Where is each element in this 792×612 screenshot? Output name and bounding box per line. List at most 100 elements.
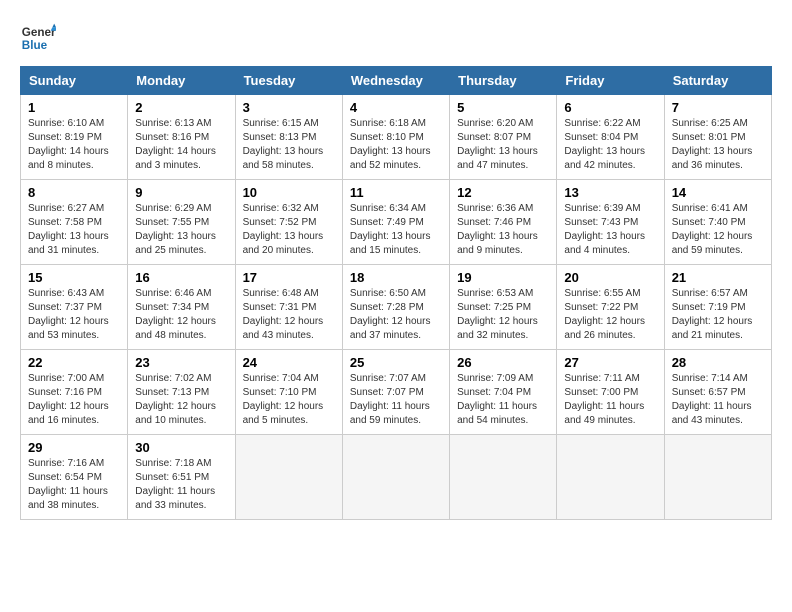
day-info: Sunrise: 6:22 AMSunset: 8:04 PMDaylight:…	[564, 117, 656, 173]
day-info: Sunrise: 7:02 AMSunset: 7:13 PMDaylight:…	[135, 372, 227, 428]
calendar-row: 8 Sunrise: 6:27 AMSunset: 7:58 PMDaylight…	[21, 180, 772, 265]
day-info: Sunrise: 6:20 AMSunset: 8:07 PMDaylight:…	[457, 117, 549, 173]
calendar-cell	[235, 435, 342, 520]
day-number: 22	[28, 355, 120, 370]
day-info: Sunrise: 6:48 AMSunset: 7:31 PMDaylight:…	[243, 287, 335, 343]
day-info: Sunrise: 6:50 AMSunset: 7:28 PMDaylight:…	[350, 287, 442, 343]
day-of-week-header: Monday	[128, 67, 235, 95]
calendar-cell: 15 Sunrise: 6:43 AMSunset: 7:37 PMDayligh…	[21, 265, 128, 350]
day-of-week-header: Wednesday	[342, 67, 449, 95]
day-number: 17	[243, 270, 335, 285]
calendar-cell: 27 Sunrise: 7:11 AMSunset: 7:00 PMDayligh…	[557, 350, 664, 435]
day-number: 21	[672, 270, 764, 285]
calendar-cell	[450, 435, 557, 520]
day-number: 1	[28, 100, 120, 115]
day-number: 30	[135, 440, 227, 455]
calendar-row: 15 Sunrise: 6:43 AMSunset: 7:37 PMDayligh…	[21, 265, 772, 350]
day-number: 29	[28, 440, 120, 455]
calendar-cell: 9Sunrise: 6:29 AMSunset: 7:55 PMDaylight…	[128, 180, 235, 265]
day-info: Sunrise: 7:07 AMSunset: 7:07 PMDaylight:…	[350, 372, 442, 428]
calendar-cell: 7 Sunrise: 6:25 AMSunset: 8:01 PMDaylight…	[664, 95, 771, 180]
day-info: Sunrise: 7:18 AMSunset: 6:51 PMDaylight:…	[135, 457, 227, 513]
logo: General Blue	[20, 20, 56, 56]
day-number: 8	[28, 185, 120, 200]
calendar-cell: 4 Sunrise: 6:18 AMSunset: 8:10 PMDaylight…	[342, 95, 449, 180]
calendar-cell: 20 Sunrise: 6:55 AMSunset: 7:22 PMDayligh…	[557, 265, 664, 350]
calendar-cell	[557, 435, 664, 520]
calendar-cell: 10 Sunrise: 6:32 AMSunset: 7:52 PMDayligh…	[235, 180, 342, 265]
day-info: Sunrise: 6:18 AMSunset: 8:10 PMDaylight:…	[350, 117, 442, 173]
day-info: Sunrise: 6:10 AMSunset: 8:19 PMDaylight:…	[28, 117, 120, 173]
calendar-cell: 28 Sunrise: 7:14 AMSunset: 6:57 PMDayligh…	[664, 350, 771, 435]
day-info: Sunrise: 7:04 AMSunset: 7:10 PMDaylight:…	[243, 372, 335, 428]
day-of-week-header: Thursday	[450, 67, 557, 95]
day-number: 3	[243, 100, 335, 115]
calendar-cell: 1 Sunrise: 6:10 AMSunset: 8:19 PMDaylight…	[21, 95, 128, 180]
calendar-cell: 25 Sunrise: 7:07 AMSunset: 7:07 PMDayligh…	[342, 350, 449, 435]
day-info: Sunrise: 6:55 AMSunset: 7:22 PMDaylight:…	[564, 287, 656, 343]
day-number: 16	[135, 270, 227, 285]
day-info: Sunrise: 6:41 AMSunset: 7:40 PMDaylight:…	[672, 202, 764, 258]
calendar-cell: 8 Sunrise: 6:27 AMSunset: 7:58 PMDaylight…	[21, 180, 128, 265]
calendar-cell	[664, 435, 771, 520]
calendar-cell: 18 Sunrise: 6:50 AMSunset: 7:28 PMDayligh…	[342, 265, 449, 350]
day-number: 14	[672, 185, 764, 200]
day-info: Sunrise: 6:43 AMSunset: 7:37 PMDaylight:…	[28, 287, 120, 343]
calendar-cell: 17 Sunrise: 6:48 AMSunset: 7:31 PMDayligh…	[235, 265, 342, 350]
calendar-cell: 26 Sunrise: 7:09 AMSunset: 7:04 PMDayligh…	[450, 350, 557, 435]
day-info: Sunrise: 6:27 AMSunset: 7:58 PMDaylight:…	[28, 202, 120, 258]
day-number: 9	[135, 185, 227, 200]
day-info: Sunrise: 6:46 AMSunset: 7:34 PMDaylight:…	[135, 287, 227, 343]
day-info: Sunrise: 6:36 AMSunset: 7:46 PMDaylight:…	[457, 202, 549, 258]
calendar-cell: 23 Sunrise: 7:02 AMSunset: 7:13 PMDayligh…	[128, 350, 235, 435]
day-info: Sunrise: 6:39 AMSunset: 7:43 PMDaylight:…	[564, 202, 656, 258]
calendar-cell: 16 Sunrise: 6:46 AMSunset: 7:34 PMDayligh…	[128, 265, 235, 350]
day-number: 13	[564, 185, 656, 200]
day-number: 4	[350, 100, 442, 115]
day-number: 7	[672, 100, 764, 115]
svg-text:General: General	[22, 26, 56, 39]
day-info: Sunrise: 6:13 AMSunset: 8:16 PMDaylight:…	[135, 117, 227, 173]
calendar-cell: 14 Sunrise: 6:41 AMSunset: 7:40 PMDayligh…	[664, 180, 771, 265]
day-info: Sunrise: 6:32 AMSunset: 7:52 PMDaylight:…	[243, 202, 335, 258]
day-of-week-header: Tuesday	[235, 67, 342, 95]
day-number: 10	[243, 185, 335, 200]
calendar-cell: 21 Sunrise: 6:57 AMSunset: 7:19 PMDayligh…	[664, 265, 771, 350]
day-number: 23	[135, 355, 227, 370]
day-number: 18	[350, 270, 442, 285]
day-info: Sunrise: 6:57 AMSunset: 7:19 PMDaylight:…	[672, 287, 764, 343]
header-row: SundayMondayTuesdayWednesdayThursdayFrid…	[21, 67, 772, 95]
calendar-row: 22 Sunrise: 7:00 AMSunset: 7:16 PMDayligh…	[21, 350, 772, 435]
calendar-cell: 19Sunrise: 6:53 AMSunset: 7:25 PMDayligh…	[450, 265, 557, 350]
logo-icon: General Blue	[20, 20, 56, 56]
day-info: Sunrise: 6:34 AMSunset: 7:49 PMDaylight:…	[350, 202, 442, 258]
calendar-row: 1 Sunrise: 6:10 AMSunset: 8:19 PMDaylight…	[21, 95, 772, 180]
day-info: Sunrise: 7:11 AMSunset: 7:00 PMDaylight:…	[564, 372, 656, 428]
calendar-cell: 2 Sunrise: 6:13 AMSunset: 8:16 PMDaylight…	[128, 95, 235, 180]
day-number: 15	[28, 270, 120, 285]
day-of-week-header: Sunday	[21, 67, 128, 95]
day-info: Sunrise: 6:25 AMSunset: 8:01 PMDaylight:…	[672, 117, 764, 173]
day-number: 2	[135, 100, 227, 115]
calendar-cell: 6 Sunrise: 6:22 AMSunset: 8:04 PMDaylight…	[557, 95, 664, 180]
day-number: 27	[564, 355, 656, 370]
day-number: 5	[457, 100, 549, 115]
day-of-week-header: Saturday	[664, 67, 771, 95]
day-info: Sunrise: 7:09 AMSunset: 7:04 PMDaylight:…	[457, 372, 549, 428]
day-number: 26	[457, 355, 549, 370]
calendar-cell: 3 Sunrise: 6:15 AMSunset: 8:13 PMDaylight…	[235, 95, 342, 180]
day-number: 24	[243, 355, 335, 370]
day-number: 6	[564, 100, 656, 115]
day-number: 12	[457, 185, 549, 200]
day-number: 20	[564, 270, 656, 285]
day-info: Sunrise: 7:16 AMSunset: 6:54 PMDaylight:…	[28, 457, 120, 513]
calendar-cell: 12 Sunrise: 6:36 AMSunset: 7:46 PMDayligh…	[450, 180, 557, 265]
page-header: General Blue	[20, 20, 772, 56]
day-info: Sunrise: 7:14 AMSunset: 6:57 PMDaylight:…	[672, 372, 764, 428]
day-info: Sunrise: 7:00 AMSunset: 7:16 PMDaylight:…	[28, 372, 120, 428]
day-of-week-header: Friday	[557, 67, 664, 95]
day-info: Sunrise: 6:15 AMSunset: 8:13 PMDaylight:…	[243, 117, 335, 173]
calendar-cell: 22 Sunrise: 7:00 AMSunset: 7:16 PMDayligh…	[21, 350, 128, 435]
day-number: 28	[672, 355, 764, 370]
day-number: 25	[350, 355, 442, 370]
